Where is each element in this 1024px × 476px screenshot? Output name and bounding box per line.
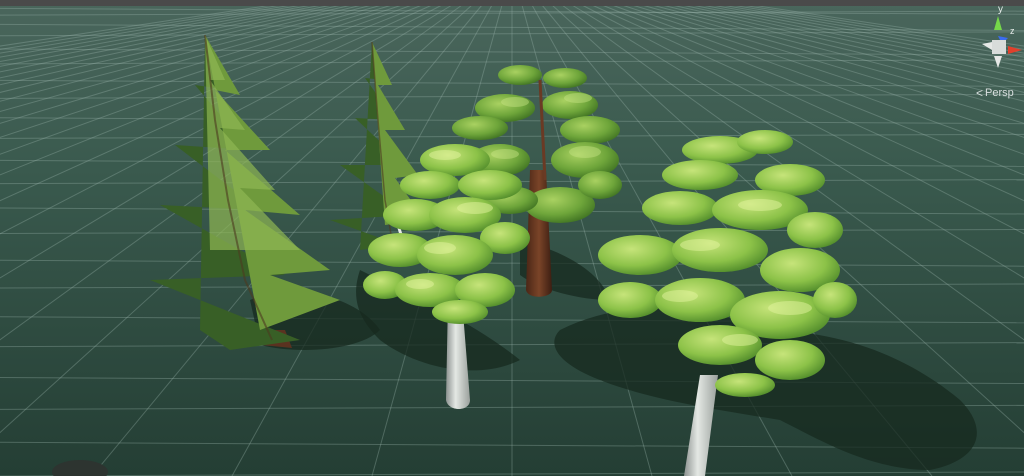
gizmo-y-label: y: [998, 4, 1003, 15]
scene-render[interactable]: [0, 0, 1024, 476]
gizmo-neg-x-cone[interactable]: [982, 42, 992, 50]
gizmo-center-cube[interactable]: [992, 40, 1006, 54]
scene-viewport[interactable]: y z < Persp: [0, 0, 1024, 476]
toolbar-edge: [0, 0, 1024, 6]
orientation-gizmo[interactable]: y z: [968, 2, 1024, 74]
projection-label: Persp: [985, 87, 1014, 99]
gizmo-y-cone[interactable]: [994, 16, 1002, 30]
axis-gizmo-icon[interactable]: y z: [968, 2, 1024, 74]
gizmo-z-label: z: [1010, 26, 1015, 36]
gizmo-x-cone[interactable]: [1008, 46, 1022, 54]
gizmo-neg-y-cone[interactable]: [994, 56, 1002, 68]
projection-toggle[interactable]: < Persp: [976, 86, 1014, 100]
chevron-left-icon: <: [976, 86, 984, 100]
